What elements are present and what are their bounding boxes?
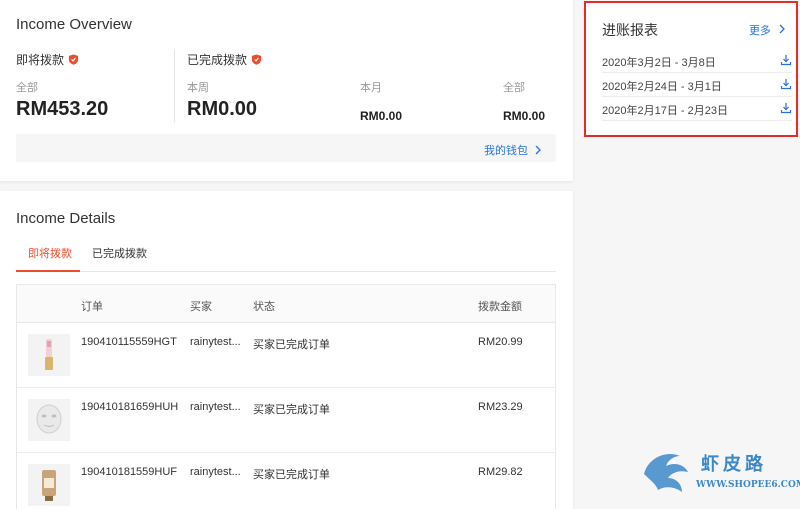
payout-amount: RM23.29 [478,401,523,413]
payout-amount: RM29.82 [478,466,523,478]
download-icon[interactable] [780,78,792,90]
wallet-bar: 我的钱包 [16,134,556,162]
shield-icon [68,54,79,65]
more-label: 更多 [748,25,771,37]
buyer-name: rainytest... [190,466,241,478]
download-icon[interactable] [780,102,792,114]
income-report-title: 进账报表 [602,22,658,38]
details-tabs: 即将拨款 已完成拨款 [16,239,556,272]
face-mask-product-icon [28,399,70,441]
report-item: 2020年2月17日 - 2月23日 [602,98,792,121]
table-header: 订单 买家 状态 拨款金额 [17,285,555,323]
report-period: 2020年3月2日 - 3月8日 [602,57,716,69]
completed-section-label: 已完成拨款 [187,51,262,68]
order-id[interactable]: 190410181659HUH [81,401,178,413]
my-wallet-label: 我的钱包 [484,145,528,157]
buyer-name: rainytest... [190,401,241,413]
month-amount: RM0.00 [360,109,403,123]
month-label: 本月 [360,82,382,94]
order-id[interactable]: 190410115559HGT [81,336,177,348]
divider [174,50,175,122]
order-status: 买家已完成订单 [253,469,330,481]
report-item: 2020年3月2日 - 3月8日 [602,50,792,73]
income-details-title: Income Details [16,210,116,227]
dragon-logo-icon [644,454,688,492]
tab-pending[interactable]: 即将拨款 [28,245,72,261]
more-link[interactable]: 更多 [749,22,786,38]
column-header-order: 订单 [81,301,103,313]
lipstick-product-icon [28,334,70,376]
income-table: 订单 买家 状态 拨款金额 190410115559HGT rainytest.… [16,284,556,509]
pending-total-label: 全部 [16,82,38,94]
cream-tube-product-icon [28,464,70,506]
pending-label: 即将拨款 [16,53,65,67]
order-status: 买家已完成订单 [253,404,330,416]
table-row[interactable]: 190410181559HUF rainytest... 买家已完成订单 RM2… [17,453,555,509]
my-wallet-link[interactable]: 我的钱包 [484,142,542,158]
week-amount: RM0.00 [187,98,258,120]
report-period: 2020年2月24日 - 3月1日 [602,81,722,93]
column-header-status: 状态 [253,301,275,313]
table-row[interactable]: 190410181659HUH rainytest... 买家已完成订单 RM2… [17,388,555,453]
order-status: 买家已完成订单 [253,339,330,351]
buyer-name: rainytest... [190,336,241,348]
report-period: 2020年2月17日 - 2月23日 [602,105,728,117]
report-item: 2020年2月24日 - 3月1日 [602,74,792,97]
pending-total-amount: RM453.20 [16,98,109,120]
payout-amount: RM20.99 [478,336,523,348]
income-overview-title: Income Overview [16,16,132,33]
chevron-right-icon [779,24,785,34]
completed-total-label: 全部 [503,82,525,94]
watermark: 虾皮路 WWW.SHOPEE6.COM [638,444,800,504]
active-tab-indicator [16,270,80,272]
download-icon[interactable] [780,54,792,66]
watermark-title: 虾皮路 [701,454,767,474]
pending-section-label: 即将拨款 [16,51,79,68]
table-row[interactable]: 190410115559HGT rainytest... 买家已完成订单 RM2… [17,323,555,388]
week-label: 本周 [187,82,209,94]
watermark-url: WWW.SHOPEE6.COM [696,480,800,490]
order-id[interactable]: 190410181559HUF [81,466,177,478]
column-header-amount: 拨款金额 [478,301,522,313]
chevron-right-icon [535,145,541,155]
shield-icon [251,54,262,65]
column-header-buyer: 买家 [190,301,212,313]
completed-label: 已完成拨款 [187,53,248,67]
income-overview-card: Income Overview 即将拨款 全部 RM453.20 已完成拨款 本… [0,0,573,181]
completed-total-amount: RM0.00 [503,109,546,123]
income-details-card: Income Details 即将拨款 已完成拨款 订单 买家 状态 拨款金额 … [0,191,573,509]
tab-completed[interactable]: 已完成拨款 [92,245,147,261]
income-report-card: 进账报表 更多 2020年3月2日 - 3月8日 2020年2月24日 - 3月… [584,1,798,137]
